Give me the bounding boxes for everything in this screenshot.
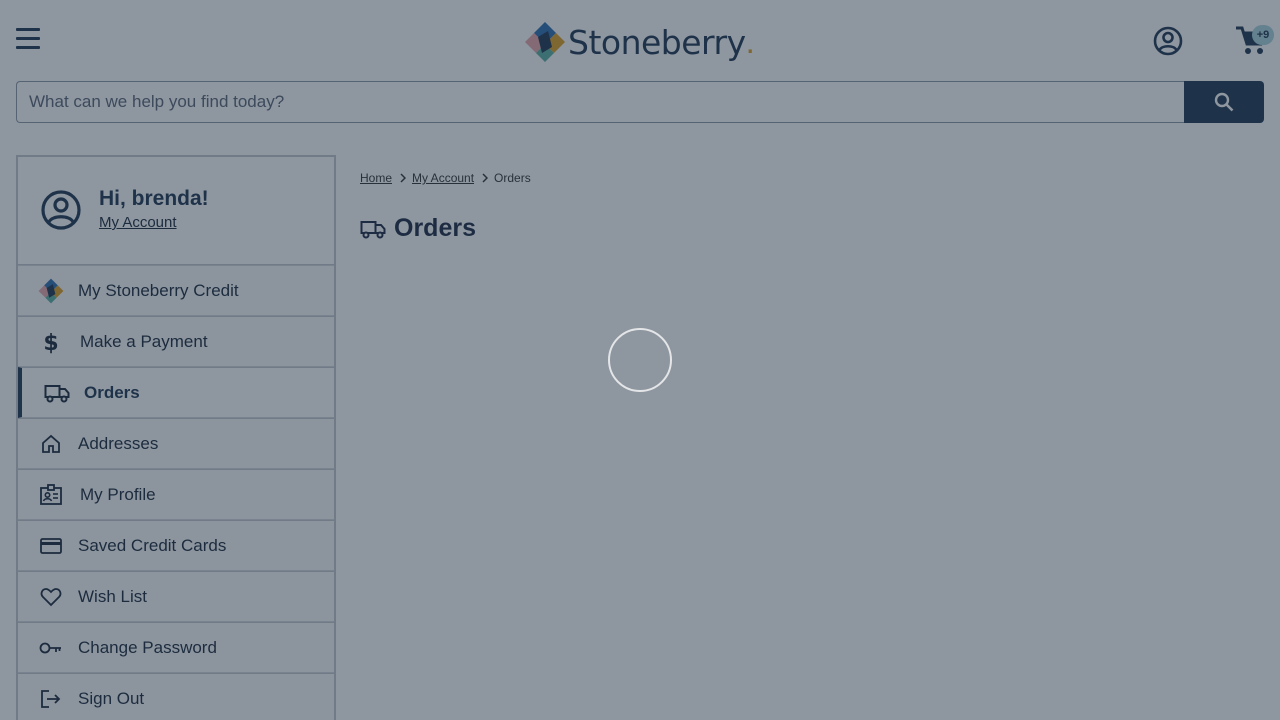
loading-overlay: [0, 0, 1280, 720]
loading-spinner: [608, 328, 672, 392]
